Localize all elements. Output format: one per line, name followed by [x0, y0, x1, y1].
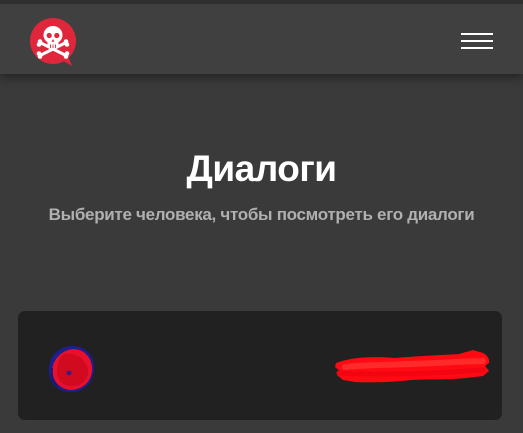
menu-bar-line — [461, 47, 493, 49]
page-title: Диалоги — [186, 148, 337, 189]
skull-crossbones-logo-icon[interactable] — [28, 16, 78, 68]
dialog-list-item[interactable] — [18, 311, 502, 420]
menu-bar-line — [461, 40, 493, 42]
redacted-name-scribble — [335, 350, 490, 383]
redacted-avatar-icon — [48, 345, 95, 393]
hamburger-menu-button[interactable] — [461, 28, 493, 54]
menu-bar-line — [461, 33, 493, 35]
page-subtitle: Выберите человека, чтобы посмотреть его … — [48, 205, 475, 224]
top-navigation-bar — [0, 0, 523, 74]
dialogs-page: Диалоги Выберите человека, чтобы посмотр… — [0, 0, 523, 433]
